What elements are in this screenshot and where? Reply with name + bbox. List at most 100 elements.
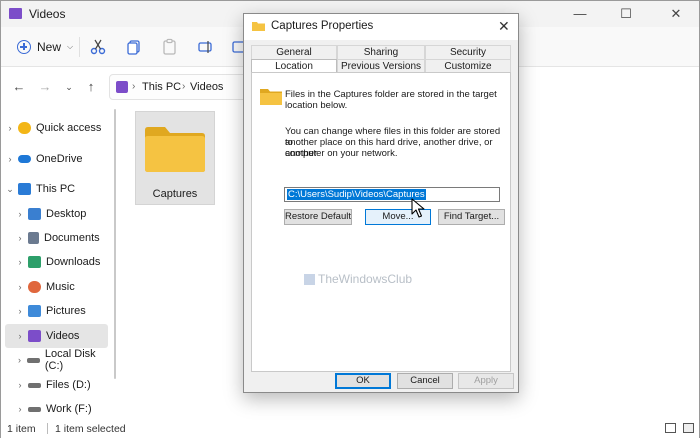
sidebar-item-label: Files (D:): [46, 379, 91, 391]
details-view-icon[interactable]: [665, 423, 676, 433]
folder-item-captures[interactable]: Captures: [135, 111, 215, 205]
expand-chevron-icon[interactable]: ›: [15, 209, 25, 219]
up-arrow-icon[interactable]: ↑: [83, 79, 99, 95]
folder-icon: [145, 127, 205, 172]
star-icon: [18, 122, 31, 134]
expand-chevron-icon[interactable]: ›: [15, 233, 25, 243]
sidebar-item-label: This PC: [36, 183, 76, 195]
breadcrumb-videos[interactable]: Videos: [190, 81, 223, 93]
cancel-button[interactable]: Cancel: [397, 373, 453, 389]
properties-dialog: Captures Properties ✕ General Sharing Se…: [243, 13, 519, 393]
sidebar-item-label: Quick access: [36, 122, 102, 134]
videos-icon: [28, 330, 41, 342]
chevron-right-icon: ›: [182, 81, 186, 92]
item-count: 1 item: [7, 423, 36, 435]
window-title: Videos: [29, 7, 66, 21]
tab-previous-versions[interactable]: Previous Versions: [337, 59, 425, 73]
dialog-title: Captures Properties: [271, 20, 374, 32]
copy-icon[interactable]: [125, 38, 143, 56]
sidebar-item-label: OneDrive: [36, 153, 83, 165]
cloud-icon: [18, 155, 31, 163]
sidebar-item-files-d[interactable]: › Files (D:): [1, 373, 109, 397]
change-info-line-3: computer on your network.: [285, 148, 398, 159]
status-bar: 1 item 1 item selected: [1, 419, 699, 438]
close-icon[interactable]: ✕: [498, 18, 510, 35]
large-icons-view-icon[interactable]: [683, 423, 694, 433]
videos-icon: [116, 81, 128, 93]
selection-count: 1 item selected: [55, 423, 126, 435]
collapse-chevron-icon[interactable]: ⌄: [5, 184, 15, 195]
recent-chevron-icon[interactable]: ⌄: [61, 79, 77, 95]
tab-customize[interactable]: Customize: [425, 59, 511, 73]
toolbar-divider: [79, 37, 80, 57]
expand-chevron-icon[interactable]: ›: [15, 306, 25, 316]
maximize-button[interactable]: ☐: [603, 1, 649, 27]
breadcrumb-this-pc[interactable]: This PC: [142, 81, 181, 93]
drive-icon: [28, 382, 41, 388]
ok-button[interactable]: OK: [335, 373, 391, 389]
folder-name: Captures: [152, 188, 198, 200]
mouse-pointer-icon: [411, 198, 425, 218]
navigation-pane: › Quick access › OneDrive ⌄ This PC › De…: [1, 107, 117, 419]
watermark-logo-icon: [304, 273, 315, 285]
expand-chevron-icon[interactable]: ›: [15, 331, 25, 341]
expand-chevron-icon[interactable]: ›: [5, 154, 15, 164]
folder-icon: [260, 89, 282, 105]
sidebar-item-desktop[interactable]: › Desktop: [1, 202, 109, 226]
cut-icon[interactable]: [89, 38, 107, 56]
restore-default-button[interactable]: Restore Default: [284, 209, 352, 225]
sidebar-item-onedrive[interactable]: › OneDrive: [1, 147, 109, 171]
plus-icon: [17, 40, 31, 54]
new-button[interactable]: New ⌵: [13, 36, 77, 58]
expand-chevron-icon[interactable]: ›: [15, 380, 25, 390]
expand-chevron-icon[interactable]: ›: [15, 257, 25, 267]
find-target-button[interactable]: Find Target...: [438, 209, 505, 225]
paste-icon[interactable]: [161, 38, 179, 56]
sidebar-item-downloads[interactable]: › Downloads: [1, 250, 109, 274]
desktop-icon: [28, 208, 41, 220]
sidebar-scrollbar[interactable]: [114, 109, 116, 379]
videos-app-icon: [9, 8, 22, 19]
expand-chevron-icon[interactable]: ›: [15, 355, 24, 365]
chevron-down-icon: ⌵: [67, 42, 74, 51]
sidebar-item-pictures[interactable]: › Pictures: [1, 299, 109, 323]
rename-icon[interactable]: [197, 38, 215, 56]
pictures-icon: [28, 305, 41, 317]
close-button[interactable]: ✕: [653, 1, 699, 27]
minimize-button[interactable]: —: [557, 1, 603, 27]
target-path-field[interactable]: C:\Users\Sudip\Videos\Captures: [284, 187, 500, 202]
sidebar-item-music[interactable]: › Music: [1, 275, 109, 299]
location-info-line-2: location below.: [285, 100, 348, 111]
back-arrow-icon[interactable]: ←: [11, 79, 27, 95]
tab-location[interactable]: Location: [251, 59, 337, 73]
sidebar-item-local-disk-c[interactable]: › Local Disk (C:): [1, 348, 109, 372]
sidebar-item-videos[interactable]: › Videos: [5, 324, 108, 348]
watermark: TheWindowsClub: [304, 272, 412, 286]
sidebar-item-label: Documents: [44, 232, 100, 244]
sidebar-item-label: Desktop: [46, 208, 87, 220]
watermark-text: TheWindowsClub: [318, 272, 413, 286]
sidebar-item-label: Downloads: [46, 256, 101, 268]
apply-button[interactable]: Apply: [458, 373, 514, 389]
sidebar-item-work-f[interactable]: › Work (F:): [1, 397, 109, 421]
new-label: New: [37, 40, 62, 54]
expand-chevron-icon[interactable]: ›: [5, 123, 15, 133]
dialog-titlebar: Captures Properties ✕: [244, 14, 518, 40]
folder-icon: [252, 22, 265, 31]
status-divider: [47, 423, 48, 434]
expand-chevron-icon[interactable]: ›: [15, 282, 25, 292]
sidebar-item-quick-access[interactable]: › Quick access: [1, 116, 109, 140]
tab-security[interactable]: Security: [425, 45, 511, 59]
tab-sharing[interactable]: Sharing: [337, 45, 425, 59]
forward-arrow-icon[interactable]: →: [37, 79, 53, 95]
sidebar-item-label: Work (F:): [46, 403, 92, 415]
sidebar-item-this-pc[interactable]: ⌄ This PC: [1, 177, 109, 201]
location-info-line-1: Files in the Captures folder are stored …: [285, 89, 497, 100]
expand-chevron-icon[interactable]: ›: [15, 404, 25, 414]
sidebar-item-label: Music: [46, 281, 75, 293]
tab-general[interactable]: General: [251, 45, 337, 59]
location-tab-panel: Files in the Captures folder are stored …: [251, 72, 511, 372]
music-icon: [28, 281, 41, 293]
monitor-icon: [18, 183, 31, 195]
sidebar-item-documents[interactable]: › Documents: [1, 226, 109, 250]
